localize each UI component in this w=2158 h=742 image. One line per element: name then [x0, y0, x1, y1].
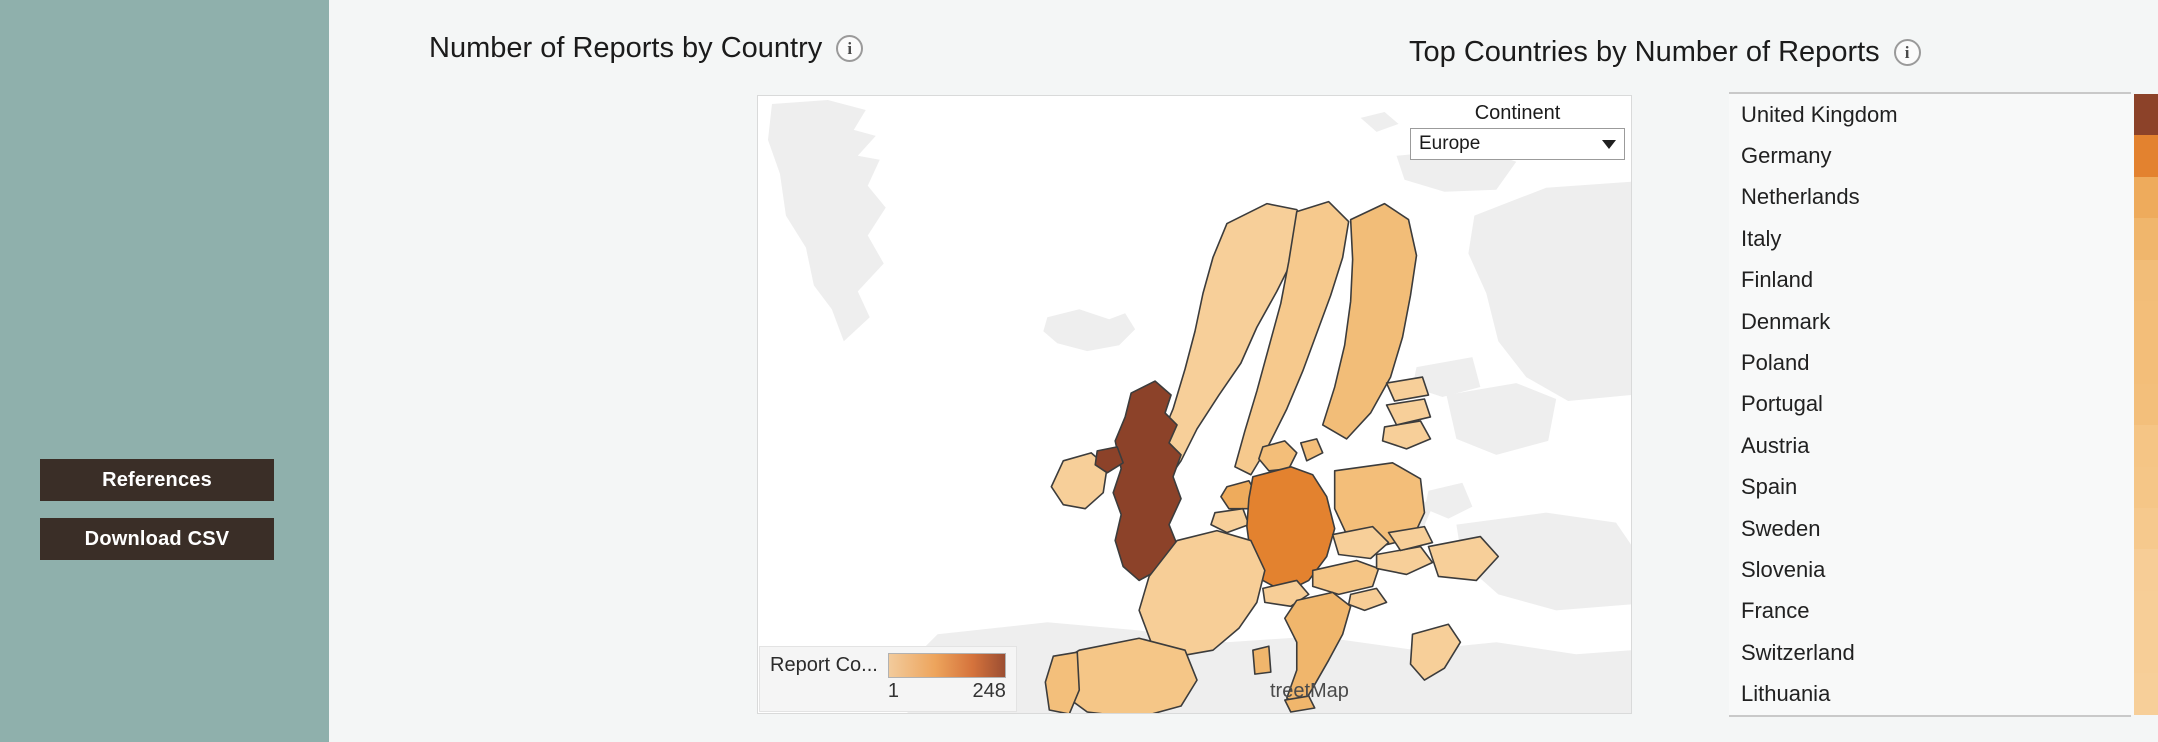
info-icon[interactable]: i	[1893, 39, 1921, 66]
country-name-cell: France	[1729, 590, 2134, 633]
continent-filter-label: Continent	[1474, 102, 1561, 124]
country-name-cell: Finland	[1729, 259, 2134, 301]
report-count-cell: 44	[2134, 218, 2158, 260]
table-bottom-divider	[1729, 714, 2131, 717]
table-row[interactable]: Denmark34	[1729, 300, 2158, 343]
report-count-cell: 11	[2134, 673, 2158, 715]
report-count-cell: 12	[2134, 632, 2158, 674]
references-button[interactable]: References	[40, 459, 274, 501]
legend-gradient-bar	[887, 653, 1006, 678]
top-countries-table: United Kingdom248Germany97Netherlands57I…	[1729, 92, 2158, 717]
report-count-cell: 34	[2134, 342, 2158, 384]
table-row[interactable]: Switzerland12	[1729, 632, 2158, 674]
country-name-cell: Italy	[1729, 218, 2134, 260]
country-name-cell: Switzerland	[1729, 632, 2134, 674]
legend-ticks: 1 248	[888, 678, 1006, 703]
country-name-cell: Sweden	[1729, 507, 2134, 550]
continent-selected-value: Europe	[1419, 133, 1481, 154]
sidebar: References Download CSV	[0, 0, 329, 742]
continent-filter: Continent Europe	[1410, 102, 1625, 160]
main-content: Number of Reports by Country i Continent…	[329, 0, 2158, 742]
country-name-cell: Netherlands	[1729, 176, 2134, 219]
chevron-down-icon	[1602, 139, 1616, 149]
sidebar-button-group: References Download CSV	[40, 459, 274, 560]
country-name-cell: United Kingdom	[1729, 94, 2134, 136]
table-row[interactable]: United Kingdom248	[1729, 94, 2158, 136]
report-count-cell: 57	[2134, 176, 2158, 219]
table-rows: United Kingdom248Germany97Netherlands57I…	[1729, 94, 2158, 715]
report-count-cell: 25	[2134, 466, 2158, 508]
table-row[interactable]: Slovenia13	[1729, 549, 2158, 591]
report-count-cell: 33	[2134, 383, 2158, 426]
table-row[interactable]: Netherlands57	[1729, 176, 2158, 219]
table-panel-title: Top Countries by Number of Reports i	[1409, 0, 2158, 69]
report-count-cell: 35	[2134, 259, 2158, 301]
report-count-cell: 248	[2134, 94, 2158, 136]
report-count-cell: 12	[2134, 590, 2158, 633]
legend-max-value: 248	[972, 680, 1006, 702]
continent-select[interactable]: Europe	[1410, 128, 1625, 160]
country-name-cell: Portugal	[1729, 383, 2134, 426]
table-row[interactable]: France12	[1729, 590, 2158, 633]
legend-title: Report Co...	[770, 654, 878, 676]
table-row[interactable]: Spain25	[1729, 466, 2158, 508]
country-name-cell: Slovenia	[1729, 549, 2134, 591]
table-row[interactable]: Italy44	[1729, 218, 2158, 260]
report-count-cell: 13	[2134, 549, 2158, 591]
legend-min-value: 1	[887, 680, 899, 702]
country-name-cell: Poland	[1729, 342, 2134, 384]
download-csv-button[interactable]: Download CSV	[40, 518, 274, 560]
country-name-cell: Germany	[1729, 135, 2134, 177]
map-panel: Number of Reports by Country i Continent…	[329, 0, 1632, 742]
country-name-cell: Spain	[1729, 466, 2134, 508]
report-count-cell: 26	[2134, 425, 2158, 467]
map-panel-title: Number of Reports by Country i	[429, 0, 1329, 65]
country-name-cell: Lithuania	[1729, 673, 2134, 715]
table-title-text: Top Countries by Number of Reports	[1409, 36, 1880, 68]
table-row[interactable]: Portugal33	[1729, 383, 2158, 426]
table-row[interactable]: Sweden20	[1729, 507, 2158, 550]
table-row[interactable]: Lithuania11	[1729, 673, 2158, 715]
info-icon[interactable]: i	[836, 35, 864, 62]
table-row[interactable]: Poland34	[1729, 342, 2158, 384]
map-title-text: Number of Reports by Country	[429, 32, 823, 64]
table-row[interactable]: Germany97	[1729, 135, 2158, 177]
map-attribution: treetMap	[1270, 680, 1349, 702]
report-count-cell: 97	[2134, 135, 2158, 177]
dashboard-root: References Download CSV Number of Report…	[0, 0, 2158, 742]
map-legend: Report Co... 1 248	[759, 646, 1017, 712]
table-row[interactable]: Finland35	[1729, 259, 2158, 301]
report-count-cell: 34	[2134, 300, 2158, 343]
table-row[interactable]: Austria26	[1729, 425, 2158, 467]
report-count-cell: 20	[2134, 507, 2158, 550]
country-name-cell: Austria	[1729, 425, 2134, 467]
country-name-cell: Denmark	[1729, 300, 2134, 343]
